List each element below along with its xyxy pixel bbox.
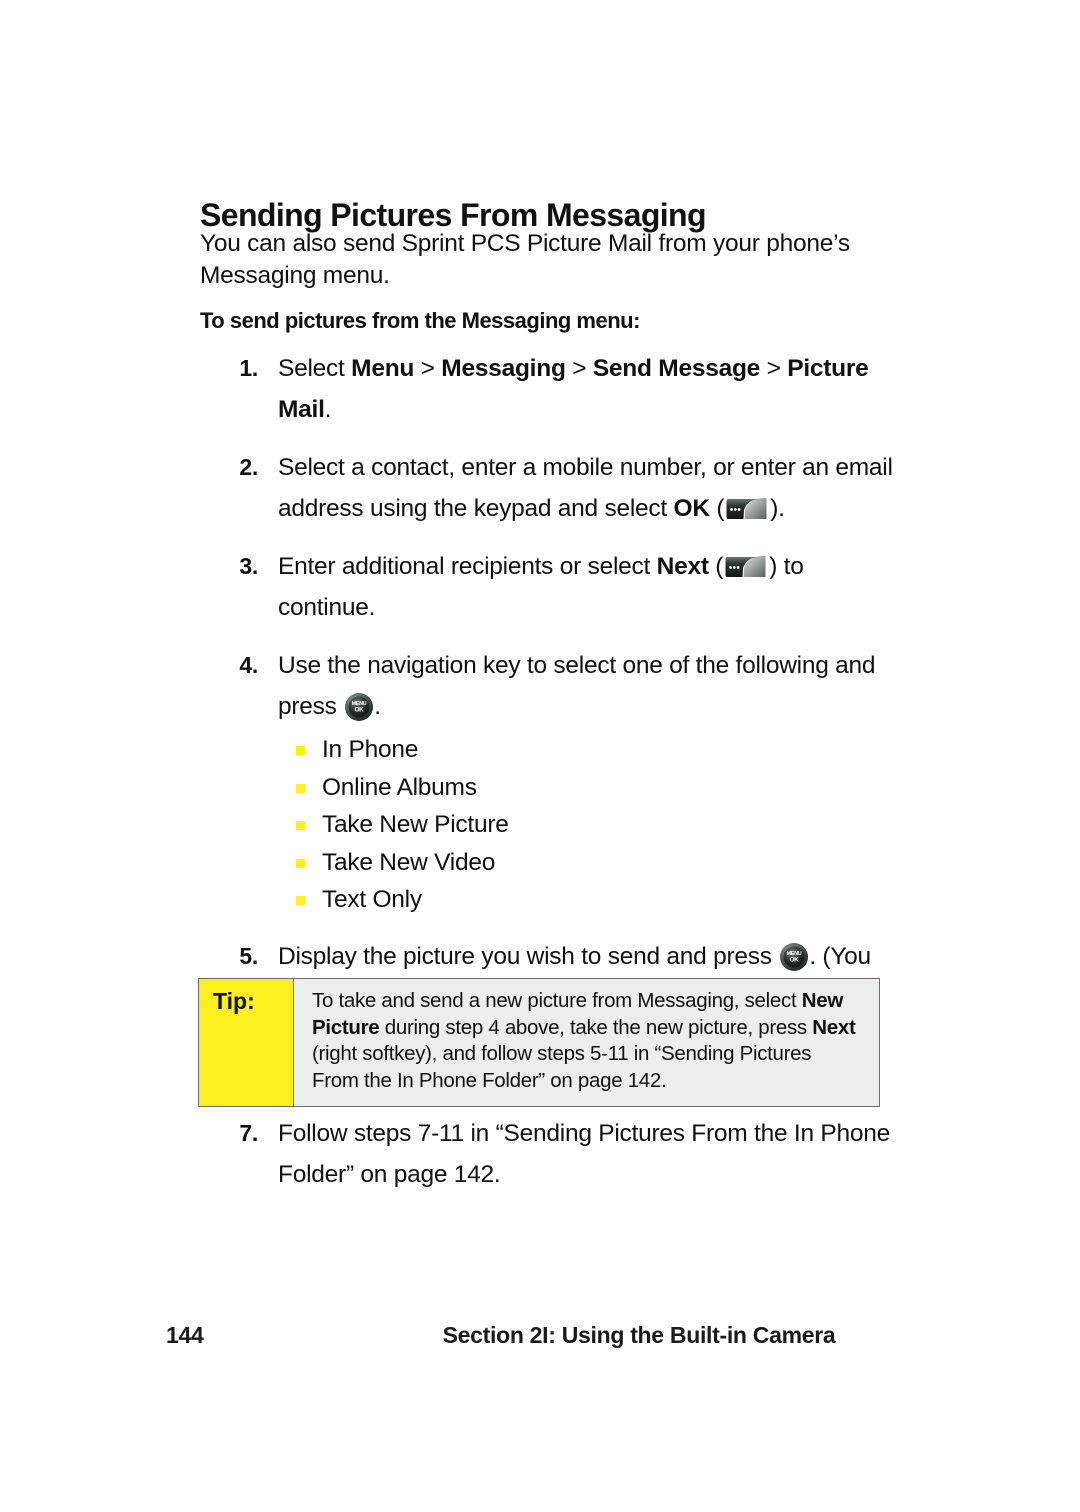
menu-ok-key-icon: MENU OK <box>344 692 374 721</box>
step-number: 1. <box>239 355 258 381</box>
softkey-right-icon <box>724 554 768 579</box>
bullet-square-icon <box>296 783 305 793</box>
list-item-label: In Phone <box>322 736 419 763</box>
bullet-square-icon <box>296 746 305 755</box>
numbered-step: 3. Enter additional recipients or select … <box>200 546 900 628</box>
svg-text:OK: OK <box>790 956 800 963</box>
softkey-right-icon <box>725 496 769 521</box>
emphasis-text: Next <box>812 1015 856 1039</box>
procedure-subheading: To send pictures from the Messaging menu… <box>200 308 640 333</box>
bullet-square-icon <box>296 896 305 905</box>
emphasis-text: Next <box>656 553 709 580</box>
emphasis-text: New Picture <box>312 989 843 1039</box>
tip-callout-box: Tip: To take and send a new picture from… <box>198 978 880 1107</box>
svg-text:OK: OK <box>355 707 365 714</box>
numbered-step: 4. Use the navigation key to select one o… <box>200 645 900 919</box>
step-number: 2. <box>239 454 258 480</box>
numbered-step: 1. Select Menu > Messaging > Send Message… <box>200 348 900 430</box>
document-page: Sending Pictures From Messaging You can … <box>0 0 1080 1512</box>
bullet-square-icon <box>296 858 305 868</box>
list-item: Online Albums <box>296 769 900 807</box>
emphasis-text: Menu <box>351 355 415 382</box>
step-text: Follow steps 7-11 in “Sending Pictures F… <box>278 1120 890 1188</box>
main-content: You can also send Sprint PCS Picture Mai… <box>200 228 900 1093</box>
step-number: 4. <box>239 652 258 678</box>
list-item: Text Only <box>296 881 900 919</box>
numbered-step: 7. Follow steps 7-11 in “Sending Pictures… <box>200 1113 900 1195</box>
step-text: Select a contact, enter a mobile number,… <box>278 454 893 522</box>
tip-body-text: To take and send a new picture from Mess… <box>294 979 879 1106</box>
step-option-list: In Phone Online Albums Take New Picture Tak… <box>278 731 900 919</box>
list-item-label: Take New Video <box>322 848 496 876</box>
emphasis-text: Send Message <box>592 355 761 382</box>
list-item: Take New Picture <box>296 806 900 844</box>
step-text: Use the navigation key to select one of … <box>278 652 876 721</box>
footer-section-title: Section 2I: Using the Built-in Camera <box>442 1322 836 1348</box>
steps-after-tip: 7. Follow steps 7-11 in “Sending Pictures… <box>200 1113 900 1212</box>
step-number: 7. <box>239 1120 258 1146</box>
step-text: Enter additional recipients or select Ne… <box>278 553 804 621</box>
list-item-label: Take New Picture <box>322 811 509 838</box>
bullet-square-icon <box>296 821 305 830</box>
step-number: 5. <box>239 942 258 969</box>
page-footer: 144 Section 2I: Using the Built-in Camer… <box>0 1322 1080 1362</box>
tip-label: Tip: <box>199 979 294 1106</box>
list-item-label: Text Only <box>322 886 422 913</box>
intro-paragraph: You can also send Sprint PCS Picture Mai… <box>200 230 850 289</box>
numbered-steps-list: 1. Select Menu > Messaging > Send Message… <box>200 348 900 1076</box>
step-text: Select Menu > Messaging > Send Message >… <box>278 355 869 423</box>
emphasis-text: OK <box>673 495 711 522</box>
list-item: In Phone <box>296 731 900 769</box>
numbered-step: 2. Select a contact, enter a mobile numbe… <box>200 447 900 529</box>
list-item-label: Online Albums <box>322 773 477 801</box>
step-number: 3. <box>239 553 258 579</box>
menu-ok-key-icon: MENU OK <box>779 942 809 971</box>
list-item: Take New Video <box>296 844 900 882</box>
emphasis-text: Messaging <box>441 355 566 382</box>
numbered-steps-continued: 7. Follow steps 7-11 in “Sending Pictures… <box>200 1113 900 1195</box>
